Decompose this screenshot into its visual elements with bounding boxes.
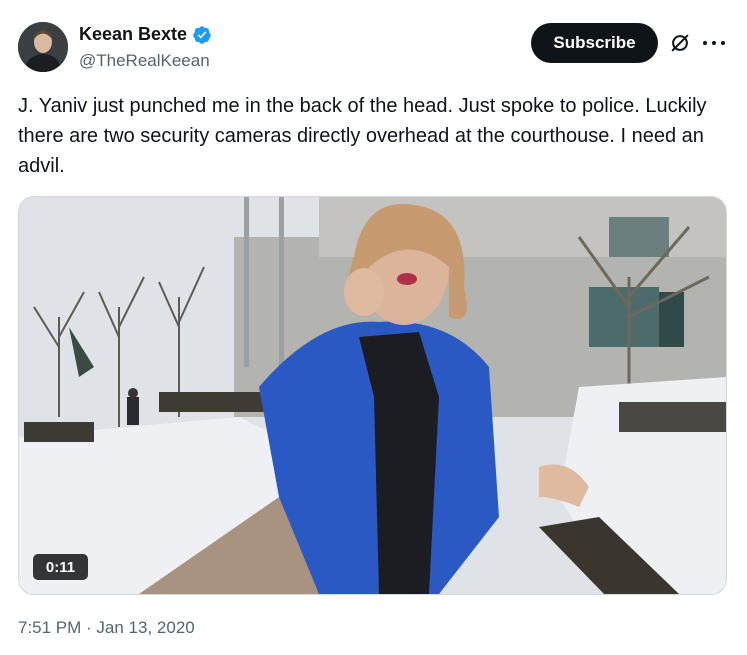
verified-badge-icon — [193, 25, 211, 44]
display-name[interactable]: Keean Bexte — [79, 24, 187, 45]
tweet-text: J. Yaniv just punched me in the back of … — [18, 95, 707, 177]
video-player[interactable] — [18, 196, 727, 595]
video-thumbnail — [19, 197, 726, 594]
video-duration-badge: 0:11 — [33, 554, 88, 580]
author-handle[interactable]: @TheRealKeean — [79, 51, 210, 71]
author-name-row[interactable]: Keean Bexte — [79, 24, 212, 45]
subscribe-button[interactable]: Subscribe — [531, 23, 658, 63]
grok-slash-icon[interactable] — [669, 32, 691, 54]
tweet-card: Keean Bexte @TheRealKeean Subscribe J. Y… — [0, 0, 747, 655]
more-options-icon[interactable] — [703, 33, 725, 53]
avatar[interactable] — [18, 22, 68, 72]
tweet-timestamp[interactable]: 7:51 PM · Jan 13, 2020 — [18, 618, 195, 638]
